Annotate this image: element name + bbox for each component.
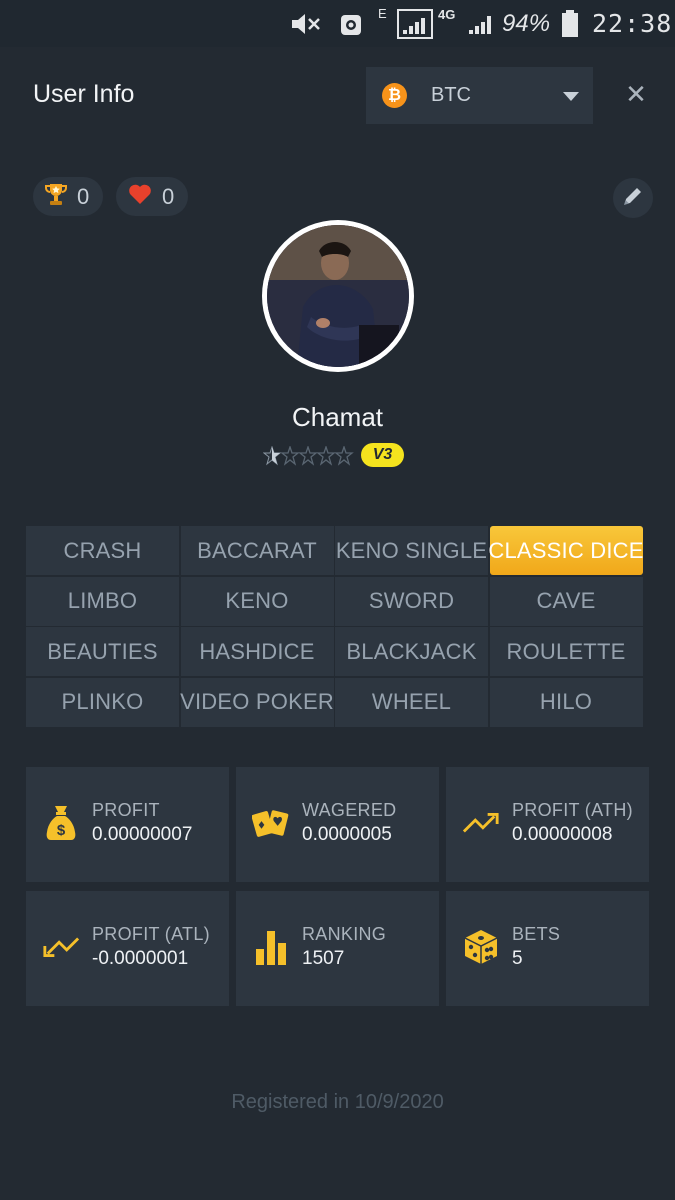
tab-limbo[interactable]: LIMBO	[26, 576, 179, 626]
bitcoin-icon: ₿	[382, 83, 407, 108]
stat-value: 0.00000007	[92, 824, 193, 845]
trophy-icon	[45, 182, 67, 212]
stat-label: PROFIT	[92, 800, 160, 820]
stat-card-bets: BETS 5	[446, 891, 649, 1006]
tab-hashdice[interactable]: HASHDICE	[180, 627, 334, 676]
status-bar: E 4G 94% 22:38	[0, 0, 675, 47]
stat-value: -0.0000001	[92, 948, 189, 969]
dice-icon	[462, 927, 500, 967]
stats-grid: $ PROFIT 0.00000007 WAGERED 0.0000005 PROFIT …	[26, 767, 649, 1006]
chevron-down-icon	[563, 92, 579, 101]
stat-card-profit-ath: PROFIT (ATH) 0.00000008	[446, 767, 649, 882]
avatar-photo	[267, 225, 409, 367]
vip-level-badge: V3	[361, 443, 404, 467]
stat-card-profit-atl: PROFIT (ATL) -0.0000001	[26, 891, 229, 1006]
game-tabs: CRASH BACCARAT KENO SINGLE CLASSIC DICE LIMB…	[26, 526, 643, 727]
tab-roulette[interactable]: ROULETTE	[489, 627, 643, 676]
signal-icon-1	[397, 0, 433, 47]
like-counter[interactable]: 0	[116, 177, 188, 216]
trend-up-icon	[462, 803, 500, 843]
pencil-icon	[622, 185, 644, 212]
stat-card-wagered: WAGERED 0.0000005	[236, 767, 439, 882]
clock: 22:38	[592, 9, 673, 38]
stat-card-ranking: RANKING 1507	[236, 891, 439, 1006]
tab-classic-dice[interactable]: CLASSIC DICE	[488, 526, 643, 575]
heart-icon	[128, 183, 152, 211]
tab-plinko[interactable]: PLINKO	[26, 677, 179, 727]
tab-keno-single[interactable]: KENO SINGLE	[335, 526, 488, 575]
username: Chamat	[291, 402, 384, 432]
stat-value: 1507	[302, 948, 345, 969]
money-bag-icon: $	[42, 803, 80, 843]
star-icons	[263, 446, 354, 466]
currency-label: BTC	[431, 84, 471, 106]
tab-beauties[interactable]: BEAUTIES	[26, 627, 179, 676]
tab-keno[interactable]: KENO	[180, 576, 334, 626]
trophy-counter[interactable]: 0	[33, 177, 103, 216]
network-type: 4G	[438, 7, 456, 22]
tab-blackjack[interactable]: BLACKJACK	[335, 627, 488, 676]
tab-cave[interactable]: CAVE	[489, 576, 643, 626]
cards-icon	[252, 803, 290, 843]
stat-value: 0.0000005	[302, 824, 392, 845]
stat-value: 0.00000008	[512, 824, 613, 845]
battery-icon	[561, 0, 579, 47]
edge-indicator: E	[378, 6, 387, 21]
stat-label: RANKING	[302, 924, 387, 944]
signal-icon-2	[466, 0, 496, 47]
trend-down-icon	[42, 927, 80, 967]
tab-wheel[interactable]: WHEEL	[335, 677, 488, 727]
mute-icon	[288, 0, 324, 47]
stat-label: PROFIT (ATH)	[512, 800, 633, 820]
trophy-count: 0	[77, 183, 90, 209]
tab-baccarat[interactable]: BACCARAT	[180, 526, 334, 575]
currency-select[interactable]: ₿ BTC	[366, 67, 593, 124]
close-icon: ✕	[625, 78, 647, 109]
stat-value: 5	[512, 948, 523, 969]
battery-percent: 94%	[502, 9, 551, 37]
stat-label: WAGERED	[302, 800, 397, 820]
avatar	[262, 220, 414, 372]
svg-text:$: $	[57, 822, 66, 839]
stat-label: PROFIT (ATL)	[92, 924, 210, 944]
tab-crash[interactable]: CRASH	[26, 526, 179, 575]
registered-date: Registered in 10/9/2020	[231, 1091, 444, 1113]
tab-hilo[interactable]: HILO	[489, 677, 643, 727]
stat-label: BETS	[512, 924, 561, 944]
star-rating	[263, 446, 357, 466]
page-title: User Info	[33, 80, 135, 108]
stat-card-profit: $ PROFIT 0.00000007	[26, 767, 229, 882]
vpn-icon	[340, 0, 362, 47]
like-count: 0	[162, 183, 175, 209]
tab-video-poker[interactable]: VIDEO POKER	[180, 677, 334, 727]
edit-profile-button[interactable]	[613, 178, 653, 218]
tab-sword[interactable]: SWORD	[335, 576, 488, 626]
bar-chart-icon	[252, 927, 290, 967]
close-button[interactable]: ✕	[622, 78, 650, 109]
